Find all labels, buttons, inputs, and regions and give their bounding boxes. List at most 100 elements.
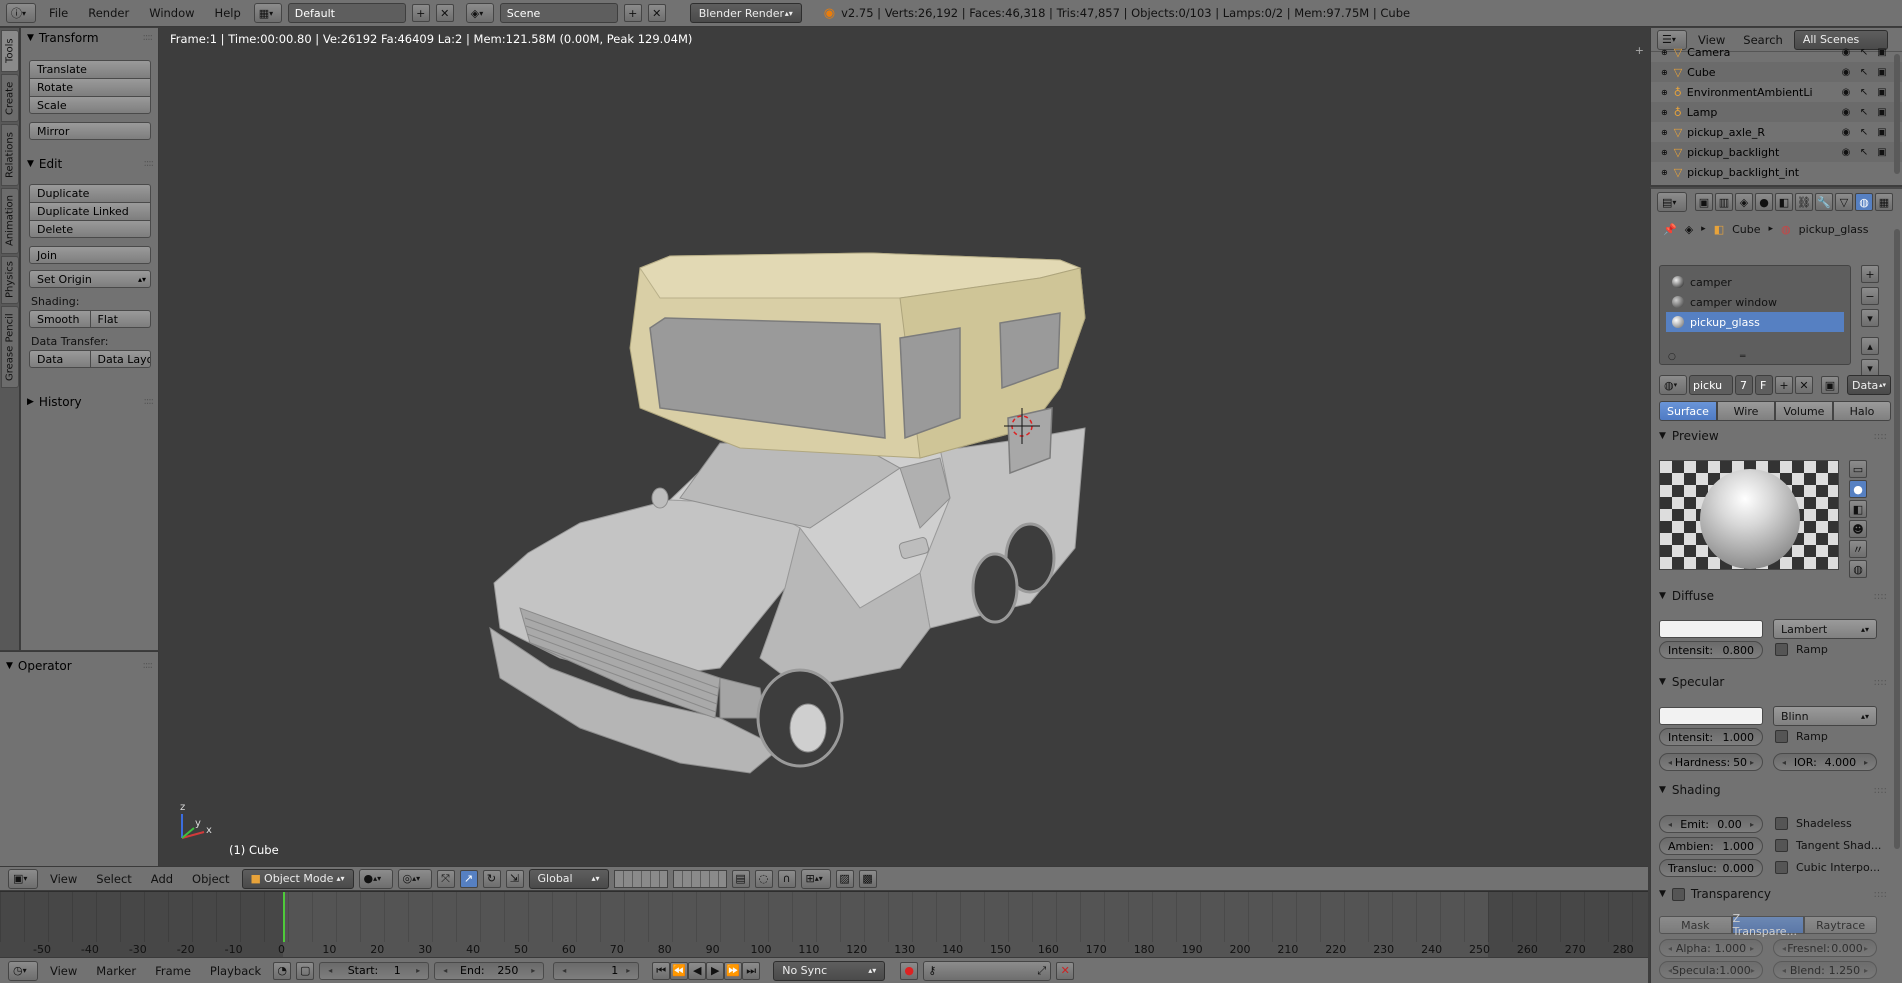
transparency-raytrace-button[interactable]: Raytrace xyxy=(1804,916,1878,934)
diffuse-intensity-field[interactable]: Intensit: 0.800 xyxy=(1659,641,1763,659)
tab-animation[interactable]: Animation xyxy=(1,188,19,254)
fresnel-field[interactable]: ◂ Fresnel: 0.000 ▸ xyxy=(1773,939,1877,957)
menu-object[interactable]: Object xyxy=(185,872,236,886)
diffuse-ramp-checkbox[interactable]: Ramp xyxy=(1775,643,1828,656)
operator-panel-header[interactable]: ▼ Operator :::: xyxy=(0,656,158,676)
diffuse-panel-header[interactable]: ▼ Diffuse:::: xyxy=(1651,585,1895,607)
preview-hair-button[interactable]: 〃 xyxy=(1849,540,1867,558)
menu-help[interactable]: Help xyxy=(208,6,248,20)
scene-field[interactable]: Scene xyxy=(499,3,618,23)
constraints-context-tab[interactable]: ⛓ xyxy=(1795,193,1813,211)
tab-physics[interactable]: Physics xyxy=(1,256,19,304)
tab-wire[interactable]: Wire xyxy=(1717,401,1775,421)
snap-toggle[interactable]: ∩ xyxy=(777,869,796,888)
history-panel-header[interactable]: ▶ History :::: xyxy=(21,392,159,412)
visibility-toggles[interactable]: ◉ ↖ ▣ xyxy=(1840,126,1888,138)
preview-range-toggle[interactable]: ◔ xyxy=(273,961,292,980)
new-material-button[interactable]: + xyxy=(1775,376,1793,394)
data-context-tab[interactable]: ▽ xyxy=(1835,193,1853,211)
world-context-tab[interactable]: ● xyxy=(1755,193,1773,211)
menu-timeline-view[interactable]: View xyxy=(43,964,84,978)
breadcrumb-object[interactable]: Cube xyxy=(1732,223,1760,236)
preview-monkey-button[interactable]: ☻ xyxy=(1849,520,1867,538)
alpha-field[interactable]: ◂ Alpha: 1.000 ▸ xyxy=(1659,939,1763,957)
keying-set-button[interactable]: ⚷ ⤢ xyxy=(923,960,1052,981)
specular-color-swatch[interactable] xyxy=(1659,707,1763,725)
material-name-field[interactable]: picku xyxy=(1689,375,1733,395)
duplicate-linked-button[interactable]: Duplicate Linked xyxy=(29,202,151,220)
preview-cube-button[interactable]: ◧ xyxy=(1849,500,1867,518)
slot-specials-button[interactable]: ▾ xyxy=(1861,309,1879,327)
add-slot-button[interactable]: + xyxy=(1861,265,1879,283)
ior-field[interactable]: ◂ IOR: 4.000 ▸ xyxy=(1773,753,1877,771)
info-editor-type-button[interactable]: ⓘ ▾ xyxy=(6,3,36,23)
ambient-field[interactable]: Ambien: 1.000 xyxy=(1659,837,1763,855)
rotate-button[interactable]: Rotate xyxy=(29,78,151,96)
tab-surface[interactable]: Surface xyxy=(1659,401,1717,421)
browse-material-button[interactable]: ◍ ▾ xyxy=(1659,375,1687,395)
drag-grip-icon[interactable]: :::: xyxy=(143,32,154,43)
layer-buttons-2[interactable] xyxy=(672,869,727,888)
drag-grip-icon[interactable]: :::: xyxy=(144,158,155,169)
material-slot[interactable]: camper xyxy=(1666,272,1844,292)
timeline-editor[interactable]: -50 -40 -30 -20 -10 0 10 20 30 40 50 60 70 80 90 100 110… xyxy=(0,891,1648,957)
next-keyframe-button[interactable]: ⏩ xyxy=(724,961,743,980)
diffuse-shader-select[interactable]: Lambert ▴▾ xyxy=(1773,619,1877,639)
transform-panel-header[interactable]: ▼ Transform :::: xyxy=(21,28,158,48)
move-slot-up-button[interactable]: ▴ xyxy=(1861,337,1879,355)
cubic-interpolation-checkbox[interactable]: Cubic Interpo... xyxy=(1775,861,1880,874)
pivot-point-button[interactable]: ◎ ▴▾ xyxy=(397,868,432,889)
lock-time-button[interactable]: ▢ xyxy=(296,961,315,980)
play-reverse-button[interactable]: ◀ xyxy=(688,961,707,980)
specular-shader-select[interactable]: Blinn ▴▾ xyxy=(1773,706,1877,726)
preview-sphere-button[interactable]: ● xyxy=(1849,480,1867,498)
preview-panel-header[interactable]: ▼ Preview:::: xyxy=(1651,425,1895,447)
shadeless-checkbox[interactable]: Shadeless xyxy=(1775,817,1852,830)
drag-grip-icon[interactable]: :::: xyxy=(1874,677,1887,688)
transparency-enable-checkbox[interactable] xyxy=(1671,887,1685,901)
scene-context-tab[interactable]: ◈ xyxy=(1735,193,1753,211)
delete-button[interactable]: Delete xyxy=(29,220,151,238)
current-frame-field[interactable]: ◂ 1 ▸ xyxy=(553,961,640,980)
specular-intensity-field[interactable]: Intensit: 1.000 xyxy=(1659,728,1763,746)
scale-button[interactable]: Scale xyxy=(29,96,151,114)
material-link-select[interactable]: Data ▴▾ xyxy=(1847,375,1891,395)
menu-view[interactable]: View xyxy=(43,872,84,886)
unlink-material-button[interactable]: ✕ xyxy=(1795,376,1813,394)
flat-shading-button[interactable]: Flat xyxy=(90,310,151,328)
outliner-item[interactable]: ⊕ ♁ Lamp ◉ ↖ ▣ xyxy=(1651,102,1902,122)
drag-grip-icon[interactable]: :::: xyxy=(144,396,155,407)
menu-marker[interactable]: Marker xyxy=(89,964,143,978)
lock-layers-button[interactable]: ▤ xyxy=(731,869,750,888)
end-frame-field[interactable]: ◂ End: 250 ▸ xyxy=(434,961,545,980)
add-scene-button[interactable]: + xyxy=(623,4,642,22)
current-frame-indicator[interactable] xyxy=(283,892,285,942)
breadcrumb-material[interactable]: pickup_glass xyxy=(1799,223,1869,236)
tangent-shading-checkbox[interactable]: Tangent Shad... xyxy=(1775,839,1881,852)
render-context-tab[interactable]: ▣ xyxy=(1695,193,1713,211)
visibility-toggles[interactable]: ◉ ↖ ▣ xyxy=(1840,146,1888,158)
preview-flat-button[interactable]: ▭ xyxy=(1849,460,1867,478)
outliner-item[interactable]: ⊕ ▽ pickup_backlight_int xyxy=(1651,162,1902,182)
layers-context-tab[interactable]: ▥ xyxy=(1715,193,1733,211)
drag-grip-icon[interactable]: :::: xyxy=(1874,591,1887,602)
specular-ramp-checkbox[interactable]: Ramp xyxy=(1775,730,1828,743)
join-button[interactable]: Join xyxy=(29,246,151,264)
transparency-mask-button[interactable]: Mask xyxy=(1659,916,1732,934)
proportional-edit-button[interactable]: ◌ xyxy=(754,869,773,888)
outliner-item[interactable]: ⊕ ▽ Camera ◉ ↖ ▣ xyxy=(1651,42,1902,62)
translucency-field[interactable]: Transluc: 0.000 xyxy=(1659,859,1763,877)
blend-field[interactable]: ◂ Blend: 1.250 ▸ xyxy=(1773,961,1877,979)
outliner-item[interactable]: ⊕ ▽ pickup_backlight ◉ ↖ ▣ xyxy=(1651,142,1902,162)
tab-relations[interactable]: Relations xyxy=(1,124,19,186)
shading-panel-header[interactable]: ▼ Shading:::: xyxy=(1651,779,1895,801)
properties-editor-type-button[interactable]: ▤ ▾ xyxy=(1657,192,1687,212)
smooth-shading-button[interactable]: Smooth xyxy=(29,310,91,328)
screen-layout-field[interactable]: Default xyxy=(287,3,406,23)
outliner-scrollbar[interactable] xyxy=(1894,54,1900,174)
translate-manipulator-button[interactable]: ↗ xyxy=(459,869,478,888)
diffuse-color-swatch[interactable] xyxy=(1659,620,1763,638)
auto-keying-button[interactable]: ● xyxy=(900,961,919,980)
data-layout-button[interactable]: Data Layo xyxy=(90,350,151,368)
viewport-shading-button[interactable]: ● ▴▾ xyxy=(358,868,393,889)
